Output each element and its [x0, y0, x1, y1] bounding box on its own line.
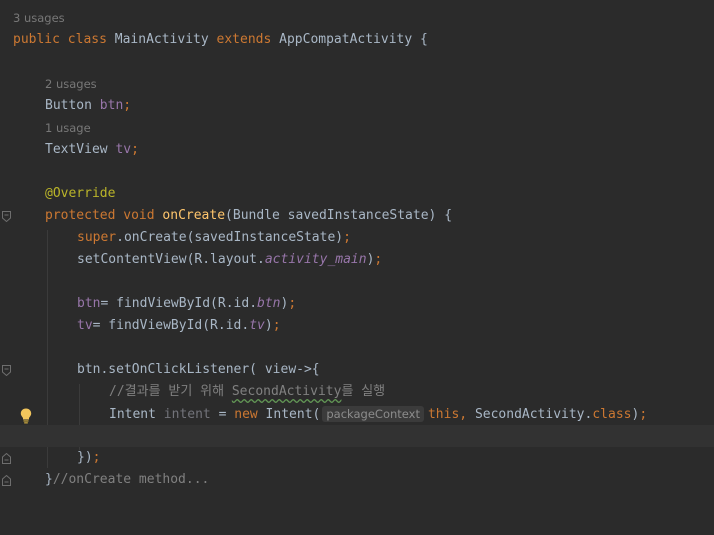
class-ref: SecondActivity.	[474, 407, 593, 422]
type-name: Button	[45, 98, 92, 113]
code-line[interactable]: });	[0, 447, 714, 469]
code-line[interactable]: 1 usage	[0, 117, 714, 139]
variable: btn	[77, 296, 101, 311]
method-call: .onCreate(savedInstanceState)	[116, 230, 344, 245]
equals: =	[210, 407, 235, 422]
keyword-class: class	[67, 32, 107, 47]
code-line[interactable]: @Override	[0, 183, 714, 205]
keyword-protected: protected	[45, 208, 116, 223]
type-name: TextView	[45, 142, 108, 157]
code-line[interactable]: btn.setOnClickListener( view->{	[0, 359, 714, 381]
code-line[interactable]: super.onCreate(savedInstanceState);	[0, 227, 714, 249]
code-line[interactable]: 3 usages	[0, 7, 714, 29]
comment: //결과를 받기 위해	[109, 384, 232, 399]
parameter-hint[interactable]: packageContext	[322, 406, 424, 422]
parent-class: AppCompatActivity	[279, 32, 413, 47]
keyword-this: this	[427, 407, 460, 422]
usages-hint[interactable]: 2 usages	[45, 73, 97, 95]
code-line[interactable]: tv= findViewById(R.id.tv);	[0, 315, 714, 337]
current-line[interactable]	[0, 425, 714, 447]
resource-field: tv	[249, 318, 265, 333]
code-line[interactable]: Button btn;	[0, 95, 714, 117]
comment: 를 실행	[341, 384, 386, 399]
comment-typo-word: SecondActivity	[231, 384, 342, 399]
field-name: tv	[115, 142, 132, 157]
usages-hint[interactable]: 3 usages	[13, 7, 65, 29]
keyword-extends: extends	[216, 32, 272, 47]
close-paren: )	[264, 318, 273, 333]
semicolon: ;	[123, 98, 132, 113]
semicolon: ;	[288, 296, 297, 311]
semicolon: ;	[131, 142, 139, 157]
variable: tv	[77, 318, 93, 333]
code-line[interactable]: //결과를 받기 위해 SecondActivity를 실행	[0, 381, 714, 403]
code-line[interactable]: btn= findViewById(R.id.btn);	[0, 293, 714, 315]
resource-field: btn	[257, 296, 281, 311]
semicolon: ;	[92, 450, 101, 465]
constructor: Intent(	[257, 407, 321, 422]
comment: //onCreate method...	[52, 472, 210, 487]
code-editor[interactable]: 3 usages public class MainActivity exten…	[0, 0, 714, 504]
semicolon: ;	[343, 230, 351, 245]
code-line[interactable]: public class MainActivity extends AppCom…	[0, 29, 714, 51]
keyword-class: class	[592, 407, 632, 422]
method-params: (Bundle savedInstanceState) {	[225, 208, 453, 223]
type-name: Intent	[109, 407, 156, 422]
code-line[interactable]: Intent intent = new Intent(packageContex…	[0, 403, 714, 425]
class-name: MainActivity	[114, 32, 209, 47]
code-line[interactable]: }//onCreate method...	[0, 469, 714, 491]
code-line[interactable]: TextView tv;	[0, 139, 714, 161]
resource-field: activity_main	[264, 252, 367, 267]
brace: {	[420, 32, 428, 47]
keyword-new: new	[234, 407, 258, 422]
close-brace: }	[45, 472, 53, 487]
method-name: onCreate	[162, 208, 226, 223]
assignment: = findViewById(R.id.	[100, 296, 258, 311]
keyword-public: public	[13, 32, 60, 47]
semicolon: ;	[272, 318, 281, 333]
keyword-super: super	[77, 230, 117, 245]
assignment: = findViewById(R.id.	[92, 318, 250, 333]
close-brace: })	[77, 450, 93, 465]
semicolon: ;	[639, 407, 648, 422]
method-call: setContentView(R.layout.	[77, 252, 265, 267]
comma: ,	[459, 407, 475, 422]
unused-variable: intent	[163, 407, 211, 422]
semicolon: ;	[374, 252, 383, 267]
code-line[interactable]: 2 usages	[0, 73, 714, 95]
field-name: btn	[99, 98, 124, 113]
code-line[interactable]: protected void onCreate(Bundle savedInst…	[0, 205, 714, 227]
usages-hint[interactable]: 1 usage	[45, 117, 91, 139]
keyword-void: void	[123, 208, 155, 223]
annotation: @Override	[45, 186, 116, 201]
code-line[interactable]: setContentView(R.layout.activity_main);	[0, 249, 714, 271]
method-call: btn.setOnClickListener( view->{	[77, 362, 320, 377]
